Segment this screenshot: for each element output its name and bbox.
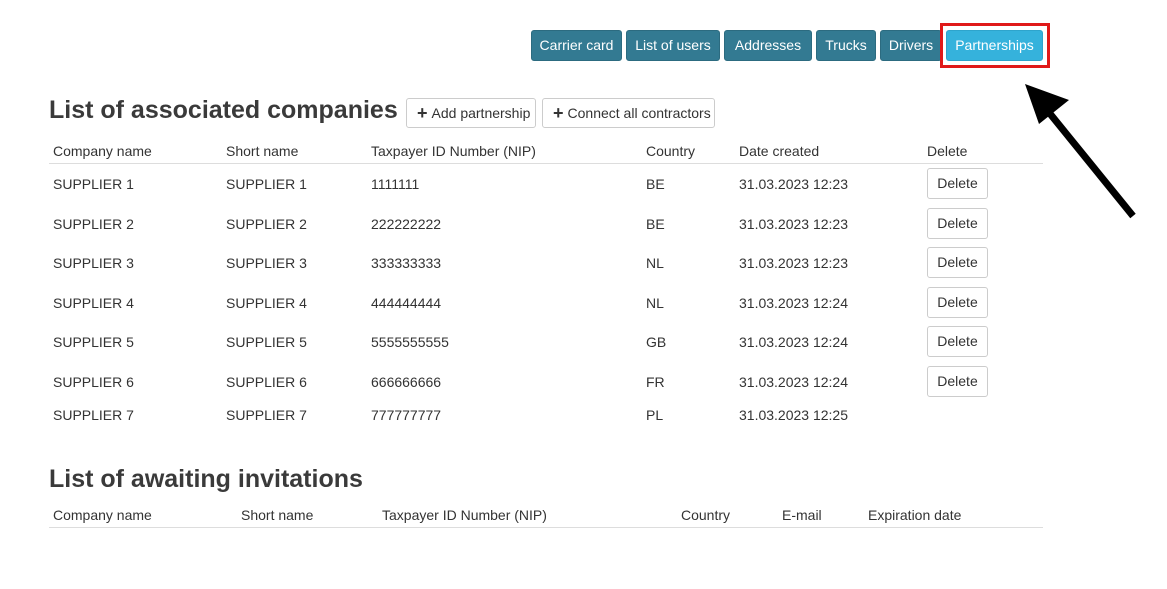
add-partnership-button[interactable]: + Add partnership — [406, 98, 536, 128]
associated-table-header: Company name Short name Taxpayer ID Numb… — [49, 139, 1043, 164]
date-created: 31.03.2023 12:23 — [739, 255, 848, 271]
country: BE — [646, 176, 665, 192]
plus-icon: + — [417, 103, 428, 123]
col-nip: Taxpayer ID Number (NIP) — [382, 507, 547, 523]
table-row: SUPPLIER 5 SUPPLIER 5 5555555555 GB 31.0… — [49, 326, 1043, 358]
add-partnership-label: Add partnership — [431, 105, 531, 121]
short-name: SUPPLIER 5 — [226, 334, 307, 350]
delete-button[interactable]: Delete — [927, 366, 988, 397]
short-name: SUPPLIER 7 — [226, 407, 307, 423]
date-created: 31.03.2023 12:25 — [739, 407, 848, 423]
date-created: 31.03.2023 12:24 — [739, 374, 848, 390]
nip: 5555555555 — [371, 334, 449, 350]
highlight-box — [940, 23, 1050, 68]
company-name: SUPPLIER 2 — [53, 216, 134, 232]
connect-all-label: Connect all contractors — [567, 105, 711, 121]
nip: 333333333 — [371, 255, 442, 271]
delete-button[interactable]: Delete — [927, 208, 988, 239]
col-company-name: Company name — [53, 143, 152, 159]
company-name: SUPPLIER 6 — [53, 374, 134, 390]
col-country: Country — [646, 143, 696, 159]
col-short-name: Short name — [241, 507, 314, 523]
col-short-name: Short name — [226, 143, 299, 159]
col-email: E-mail — [782, 507, 822, 523]
nip: 444444444 — [371, 295, 442, 311]
short-name: SUPPLIER 2 — [226, 216, 307, 232]
date-created: 31.03.2023 12:24 — [739, 334, 848, 350]
col-date-created: Date created — [739, 143, 820, 159]
associated-companies-title: List of associated companies — [49, 96, 398, 124]
short-name: SUPPLIER 6 — [226, 374, 307, 390]
col-company-name: Company name — [53, 507, 152, 523]
nip: 1111111 — [371, 176, 420, 192]
short-name: SUPPLIER 3 — [226, 255, 307, 271]
nav-drivers-button[interactable]: Drivers — [880, 30, 942, 61]
nip: 666666666 — [371, 374, 442, 390]
short-name: SUPPLIER 1 — [226, 176, 307, 192]
plus-icon: + — [553, 103, 564, 123]
nip: 222222222 — [371, 216, 442, 232]
date-created: 31.03.2023 12:24 — [739, 295, 848, 311]
delete-button[interactable]: Delete — [927, 168, 988, 199]
col-expiration-date: Expiration date — [868, 507, 962, 523]
delete-button[interactable]: Delete — [927, 247, 988, 278]
company-name: SUPPLIER 7 — [53, 407, 134, 423]
col-delete: Delete — [927, 143, 968, 159]
short-name: SUPPLIER 4 — [226, 295, 307, 311]
table-row: SUPPLIER 1 SUPPLIER 1 1111111 BE 31.03.2… — [49, 168, 1043, 200]
table-row: SUPPLIER 3 SUPPLIER 3 333333333 NL 31.03… — [49, 247, 1043, 279]
table-row: SUPPLIER 7 SUPPLIER 7 777777777 PL 31.03… — [49, 399, 1043, 431]
delete-button[interactable]: Delete — [927, 287, 988, 318]
date-created: 31.03.2023 12:23 — [739, 176, 848, 192]
country: FR — [646, 374, 665, 390]
delete-button[interactable]: Delete — [927, 326, 988, 357]
country: GB — [646, 334, 667, 350]
nav-trucks-button[interactable]: Trucks — [816, 30, 876, 61]
table-row: SUPPLIER 6 SUPPLIER 6 666666666 FR 31.03… — [49, 366, 1043, 398]
company-name: SUPPLIER 1 — [53, 176, 134, 192]
country: NL — [646, 255, 664, 271]
awaiting-invitations-title: List of awaiting invitations — [49, 465, 363, 493]
nav-list-of-users-button[interactable]: List of users — [626, 30, 720, 61]
nav-addresses-button[interactable]: Addresses — [724, 30, 812, 61]
col-nip: Taxpayer ID Number (NIP) — [371, 143, 536, 159]
connect-all-contractors-button[interactable]: + Connect all contractors — [542, 98, 715, 128]
company-name: SUPPLIER 4 — [53, 295, 134, 311]
country: PL — [646, 407, 664, 423]
company-name: SUPPLIER 3 — [53, 255, 134, 271]
company-name: SUPPLIER 5 — [53, 334, 134, 350]
table-row: SUPPLIER 2 SUPPLIER 2 222222222 BE 31.03… — [49, 208, 1043, 240]
nip: 777777777 — [371, 407, 442, 423]
nav-carrier-card-button[interactable]: Carrier card — [531, 30, 622, 61]
invitations-table-header: Company name Short name Taxpayer ID Numb… — [49, 503, 1043, 528]
country: NL — [646, 295, 664, 311]
country: BE — [646, 216, 665, 232]
table-row: SUPPLIER 4 SUPPLIER 4 444444444 NL 31.03… — [49, 287, 1043, 319]
col-country: Country — [681, 507, 731, 523]
date-created: 31.03.2023 12:23 — [739, 216, 848, 232]
